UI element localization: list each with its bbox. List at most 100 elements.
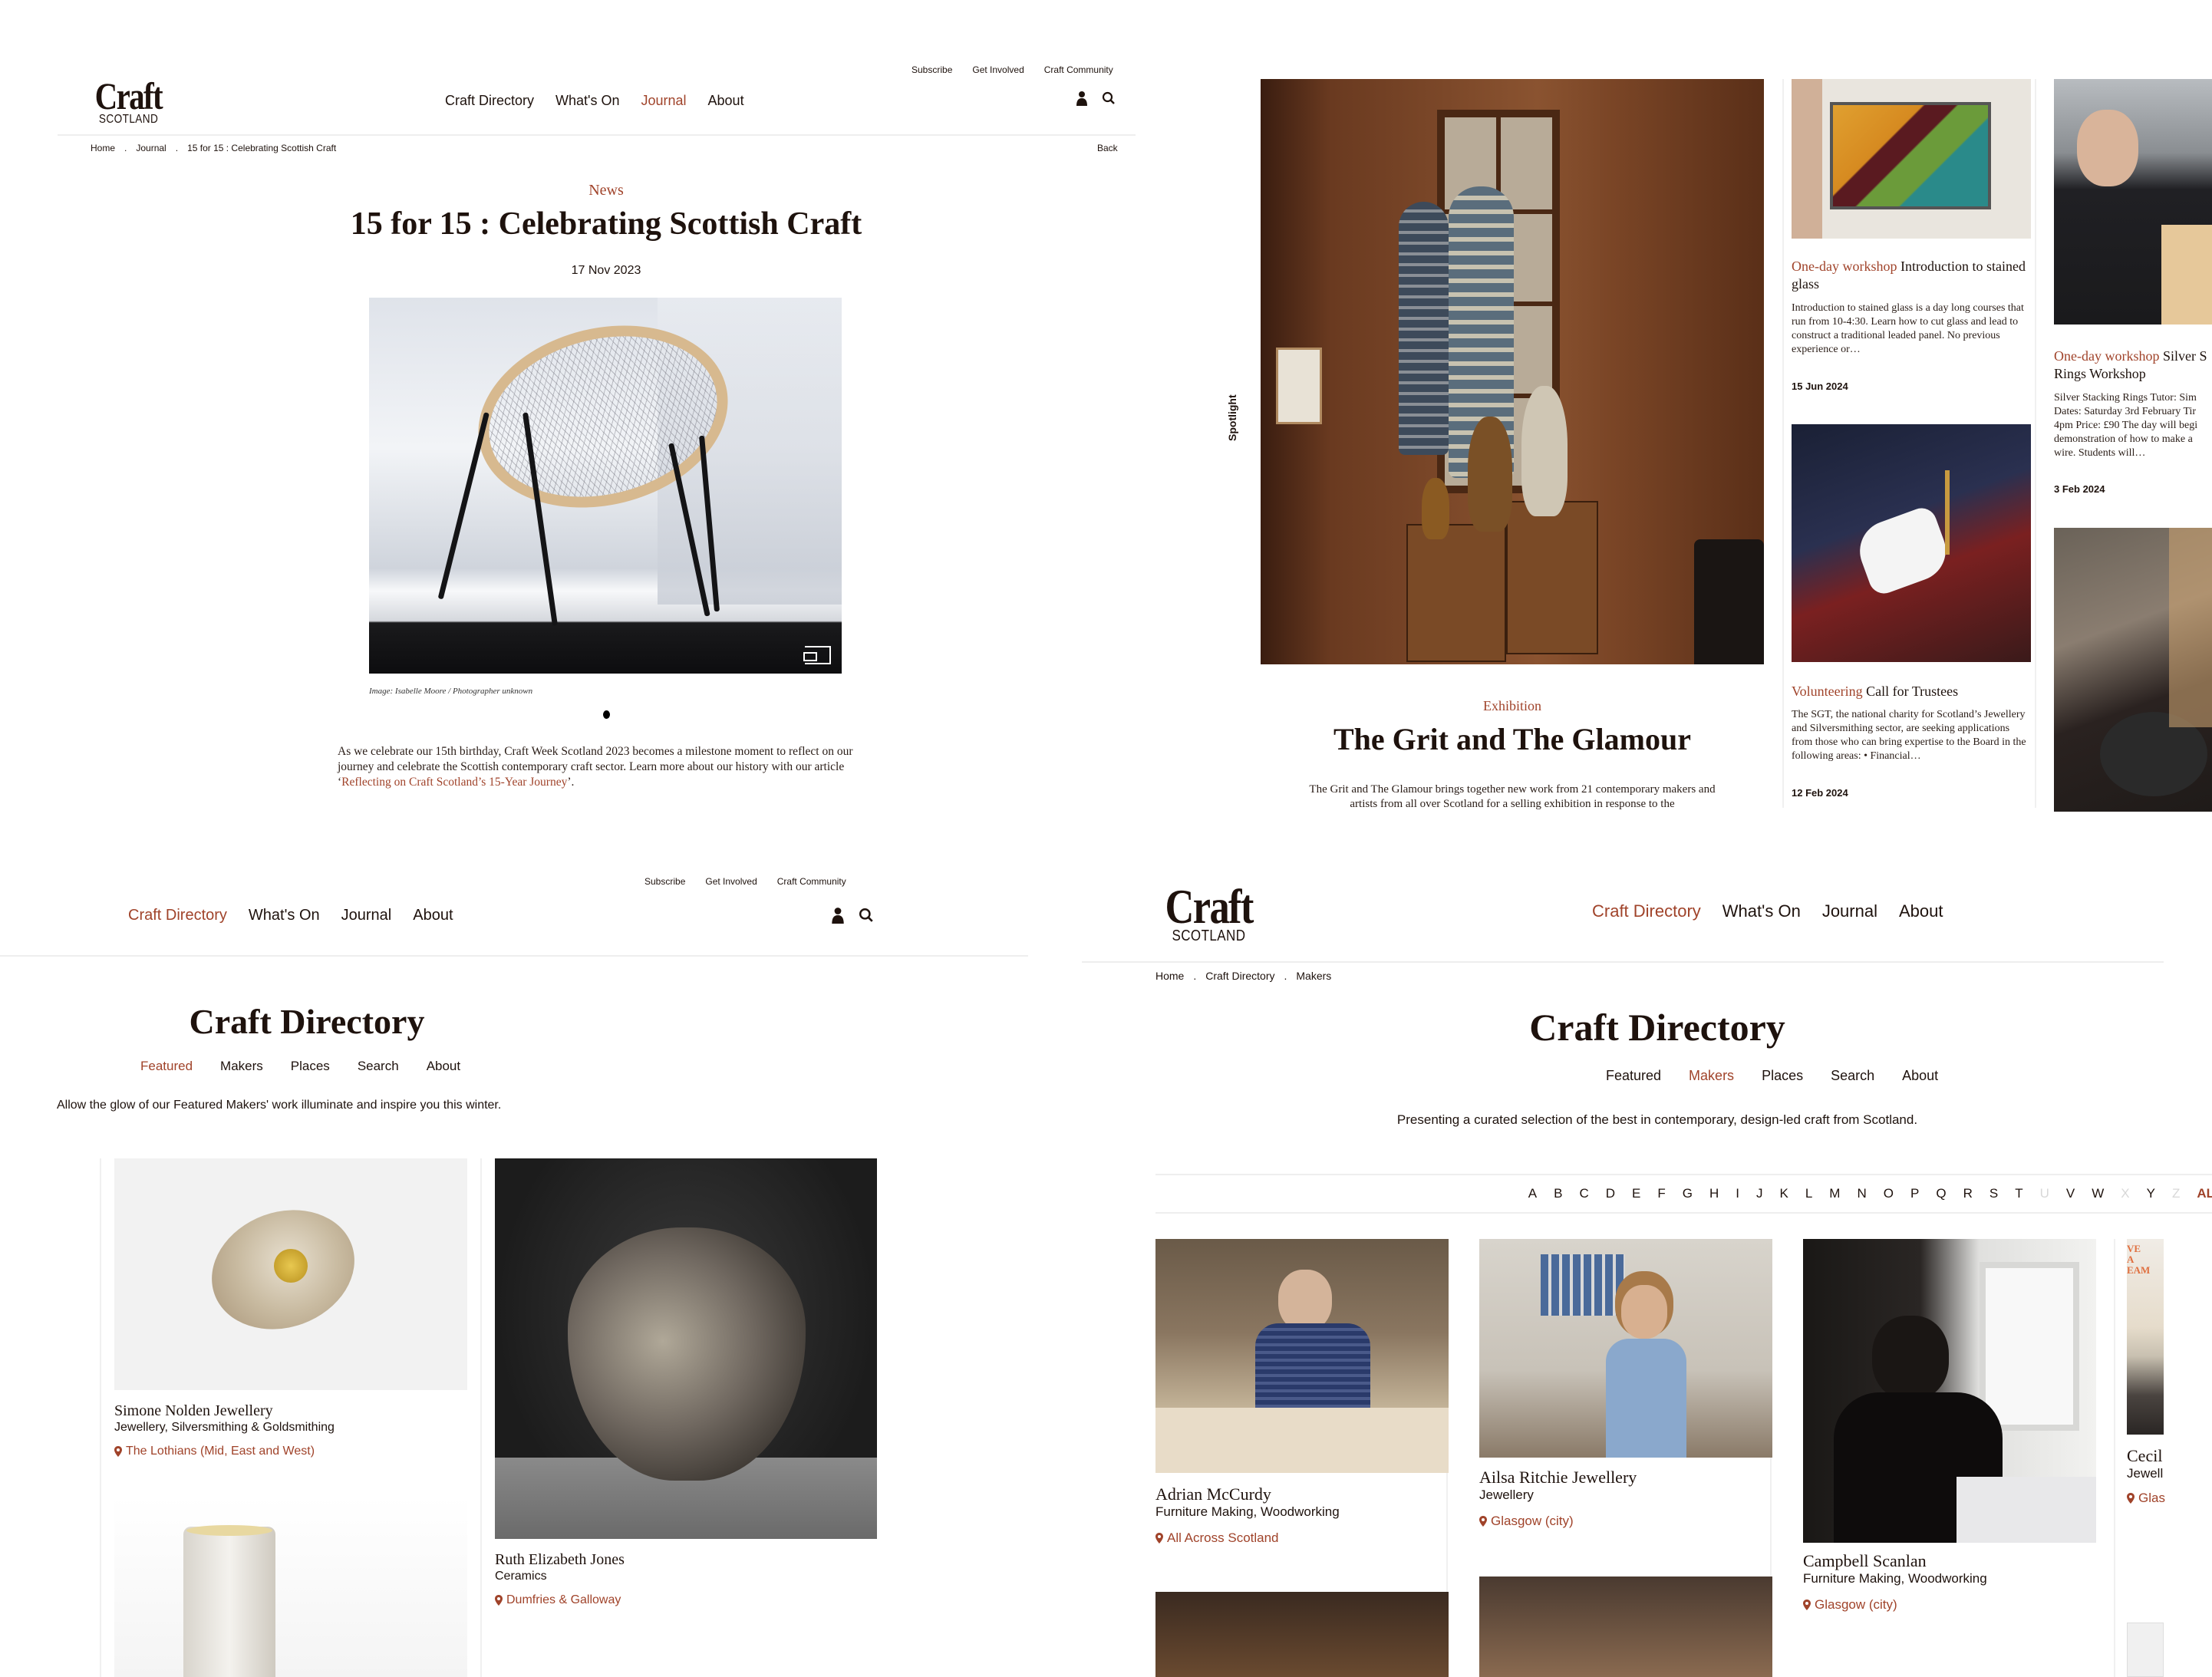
image-crate [1406, 524, 1506, 662]
maker-card[interactable]: Campbell Scanlan Furniture Making, Woodw… [1803, 1239, 2096, 1677]
event-card[interactable]: One-day workshop Silver S Rings Workshop … [2054, 79, 2212, 509]
alphabet-letter-o[interactable]: O [1884, 1186, 1894, 1201]
craft-scotland-logo[interactable]: Craft SCOTLAND [87, 77, 170, 126]
maker-card[interactable]: Ruth Elizabeth Jones Ceramics Dumfries &… [495, 1158, 877, 1649]
image-crate [1506, 501, 1598, 654]
alphabet-letter-p[interactable]: P [1910, 1186, 1919, 1201]
nav-about[interactable]: About [708, 93, 744, 109]
alphabet-letter-h[interactable]: H [1709, 1186, 1719, 1201]
tab-makers[interactable]: Makers [1689, 1068, 1734, 1084]
tab-makers[interactable]: Makers [220, 1059, 263, 1074]
alphabet-letter-a[interactable]: A [1528, 1186, 1537, 1201]
hair [2169, 528, 2212, 727]
user-icon[interactable] [1076, 91, 1088, 110]
alphabet-letter-b[interactable]: B [1554, 1186, 1562, 1201]
carousel-dot-active[interactable] [603, 710, 610, 719]
get-involved-link[interactable]: Get Involved [972, 64, 1024, 75]
craft-community-link[interactable]: Craft Community [777, 876, 846, 887]
utility-nav: Subscribe Get Involved Craft Community [644, 876, 846, 887]
maker-card[interactable]: Adrian McCurdy Furniture Making, Woodwor… [1155, 1239, 1449, 1638]
nav-journal[interactable]: Journal [1822, 901, 1877, 921]
subscribe-link[interactable]: Subscribe [912, 64, 952, 75]
alphabet-letter-g[interactable]: G [1683, 1186, 1693, 1201]
search-icon[interactable] [1102, 91, 1116, 109]
alphabet-letter-l[interactable]: L [1805, 1186, 1812, 1201]
event-card[interactable]: Volunteering Call for Trustees The SGT, … [1792, 424, 2031, 808]
alphabet-letter-m[interactable]: M [1829, 1186, 1840, 1201]
nav-craft-directory[interactable]: Craft Directory [445, 93, 534, 109]
spotlight-category: Exhibition [1483, 698, 1541, 713]
alphabet-letter-k[interactable]: K [1779, 1186, 1788, 1201]
main-nav: Craft Directory What's On Journal About [1592, 901, 1943, 921]
maker-card[interactable] [1155, 1592, 1449, 1677]
nav-journal[interactable]: Journal [341, 907, 392, 924]
search-icon[interactable] [859, 908, 874, 927]
journal-article-panel: Subscribe Get Involved Craft Community C… [0, 0, 1136, 852]
alphabet-letter-v[interactable]: V [2066, 1186, 2075, 1201]
map-pin-icon [114, 1446, 122, 1457]
tab-places[interactable]: Places [291, 1059, 330, 1074]
alphabet-letter-f[interactable]: F [1657, 1186, 1665, 1201]
tab-places[interactable]: Places [1762, 1068, 1803, 1084]
article-inline-link[interactable]: Reflecting on Craft Scotland’s 15-Year J… [341, 776, 567, 789]
featured-makers-panel: Subscribe Get Involved Craft Community C… [0, 852, 1028, 1677]
tab-featured[interactable]: Featured [140, 1059, 193, 1074]
event-card[interactable]: One-day workshop Introduction to stained… [1792, 79, 2031, 401]
back-link[interactable]: Back [1097, 143, 1118, 153]
tab-about[interactable]: About [1902, 1068, 1938, 1084]
alphabet-letter-r[interactable]: R [1963, 1186, 1973, 1201]
tab-about[interactable]: About [427, 1059, 460, 1074]
nav-whats-on[interactable]: What's On [1722, 901, 1801, 921]
event-card[interactable] [2054, 528, 2212, 812]
tab-featured[interactable]: Featured [1606, 1068, 1661, 1084]
expand-image-icon[interactable] [803, 646, 831, 664]
nav-about[interactable]: About [413, 907, 453, 924]
nav-craft-directory[interactable]: Craft Directory [1592, 901, 1701, 921]
craft-community-link[interactable]: Craft Community [1044, 64, 1113, 75]
makers-directory-panel: Craft SCOTLAND Craft Directory What's On… [1082, 852, 2212, 1677]
maker-card[interactable] [114, 1496, 467, 1677]
nav-journal[interactable]: Journal [641, 93, 686, 109]
maker-card[interactable]: Ailsa Ritchie Jewellery Jewellery Glasgo… [1479, 1239, 1772, 1561]
spotlight-image[interactable] [1261, 79, 1764, 664]
alphabet-letter-q[interactable]: Q [1936, 1186, 1946, 1201]
alphabet-letters: A B C D E F G H I J K L M N O P Q R S T U V W X Y Z AL [1528, 1186, 2212, 1201]
nav-whats-on[interactable]: What's On [249, 907, 320, 924]
desc-line: Silver Stacking Rings Tutor: Sim [2054, 392, 2197, 404]
nav-craft-directory[interactable]: Craft Directory [128, 907, 227, 924]
maker-card[interactable] [1479, 1577, 1772, 1677]
breadcrumb-journal[interactable]: Journal [136, 143, 166, 153]
image-cabinet [1694, 539, 1764, 664]
user-icon[interactable] [831, 907, 845, 927]
alphabet-letter-d[interactable]: D [1606, 1186, 1615, 1201]
alphabet-letter-w[interactable]: W [2092, 1186, 2104, 1201]
logo-subtitle: SCOTLAND [1172, 927, 1246, 944]
craft-scotland-logo[interactable]: Craft SCOTLAND [1155, 882, 1262, 944]
breadcrumb: Home . Craft Directory . Makers [1155, 962, 1331, 982]
alphabet-letter-y[interactable]: Y [2147, 1186, 2155, 1201]
alphabet-letter-c[interactable]: C [1579, 1186, 1588, 1201]
alphabet-all[interactable]: AL [2197, 1186, 2212, 1201]
alphabet-letter-z: Z [2171, 1186, 2181, 1201]
alphabet-letter-j[interactable]: J [1756, 1186, 1763, 1201]
nav-whats-on[interactable]: What's On [555, 93, 619, 109]
desc-line: Dates: Saturday 3rd February Tir [2054, 406, 2197, 417]
breadcrumb-home[interactable]: Home [91, 143, 115, 153]
spotlight-title[interactable]: The Grit and The Glamour [1261, 721, 1764, 757]
tab-search[interactable]: Search [1831, 1068, 1874, 1084]
alphabet-letter-s[interactable]: S [1989, 1186, 1998, 1201]
alphabet-letter-e[interactable]: E [1632, 1186, 1640, 1201]
alphabet-letter-n[interactable]: N [1857, 1186, 1866, 1201]
maker-card[interactable]: Simone Nolden Jewellery Jewellery, Silve… [114, 1158, 467, 1542]
get-involved-link[interactable]: Get Involved [705, 876, 757, 887]
column-divider [2114, 1239, 2115, 1677]
breadcrumb-craft-directory[interactable]: Craft Directory [1205, 970, 1274, 982]
maker-card[interactable]: VE A EAM Cecil Jewell Glas [2127, 1239, 2212, 1677]
alphabet-letter-i[interactable]: I [1736, 1186, 1739, 1201]
breadcrumb-home[interactable]: Home [1155, 970, 1184, 982]
alphabet-letter-t[interactable]: T [2015, 1186, 2022, 1201]
nav-about[interactable]: About [1899, 901, 1943, 921]
subscribe-link[interactable]: Subscribe [644, 876, 685, 887]
tab-search[interactable]: Search [358, 1059, 399, 1074]
shelf-drawers [1541, 1254, 1625, 1316]
